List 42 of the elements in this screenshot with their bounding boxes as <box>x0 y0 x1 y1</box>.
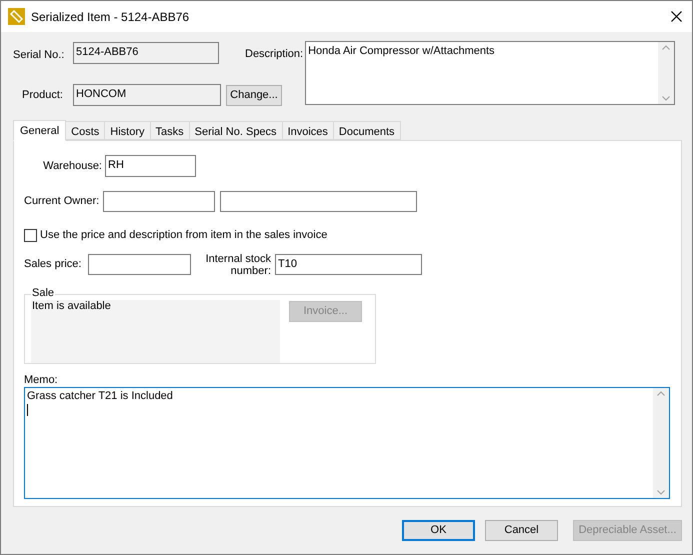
tab[interactable]: Documents <box>334 121 401 140</box>
field-label: Serial No.: <box>13 48 66 63</box>
group-title: Sale <box>31 286 56 300</box>
scroll-down-icon[interactable] <box>657 490 665 494</box>
tab[interactable]: Serial No. Specs <box>190 121 283 140</box>
warehouse-field[interactable]: RH <box>105 155 196 177</box>
dialog-button[interactable]: OK <box>402 520 475 541</box>
field-label: Internal stock number: <box>204 252 271 276</box>
field-label: Current Owner: <box>24 194 100 210</box>
window-title: Serialized Item - 5124-ABB76 <box>31 8 190 26</box>
text-cursor <box>27 404 28 416</box>
scroll-up-icon[interactable] <box>657 390 665 396</box>
field-label: Description: <box>245 47 304 62</box>
product-field[interactable]: HONCOM <box>73 84 221 106</box>
field-label: Memo: <box>24 372 59 386</box>
close-icon[interactable] <box>671 11 682 22</box>
scroll-up-icon[interactable] <box>662 45 670 50</box>
serial-number-field[interactable]: 5124-ABB76 <box>73 42 219 64</box>
description-field[interactable]: Honda Air Compressor w/Attachments <box>305 41 676 105</box>
change-button[interactable]: Change... <box>226 84 282 106</box>
owner-id-field[interactable] <box>103 191 215 212</box>
tab[interactable]: Invoices <box>282 121 334 140</box>
checkbox[interactable] <box>24 228 37 242</box>
stock-number-field[interactable]: T10 <box>275 254 422 275</box>
scroll-down-icon[interactable] <box>662 96 670 101</box>
field-label: Sales price: <box>24 257 82 272</box>
field-label: Warehouse: <box>42 158 102 174</box>
tab[interactable]: Costs <box>66 121 106 140</box>
sales-price-field[interactable] <box>88 254 191 275</box>
scrollbar[interactable] <box>653 388 669 498</box>
memo-field[interactable]: Grass catcher T21 is Included <box>24 386 670 498</box>
scrollbar[interactable] <box>658 42 674 104</box>
tab[interactable]: History <box>105 121 150 140</box>
tab[interactable]: General <box>13 120 66 141</box>
checkbox-label[interactable]: Use the price and description from item in the sales invoice <box>40 227 328 244</box>
status-text: Item is available <box>32 300 112 312</box>
field-label: Product: <box>22 88 64 103</box>
tag-icon <box>8 8 25 25</box>
owner-name-field[interactable] <box>220 191 417 212</box>
dialog-button[interactable]: Cancel <box>485 520 558 541</box>
memo-text: Grass catcher T21 is Included <box>27 390 173 402</box>
tab[interactable]: Tasks <box>150 121 190 140</box>
